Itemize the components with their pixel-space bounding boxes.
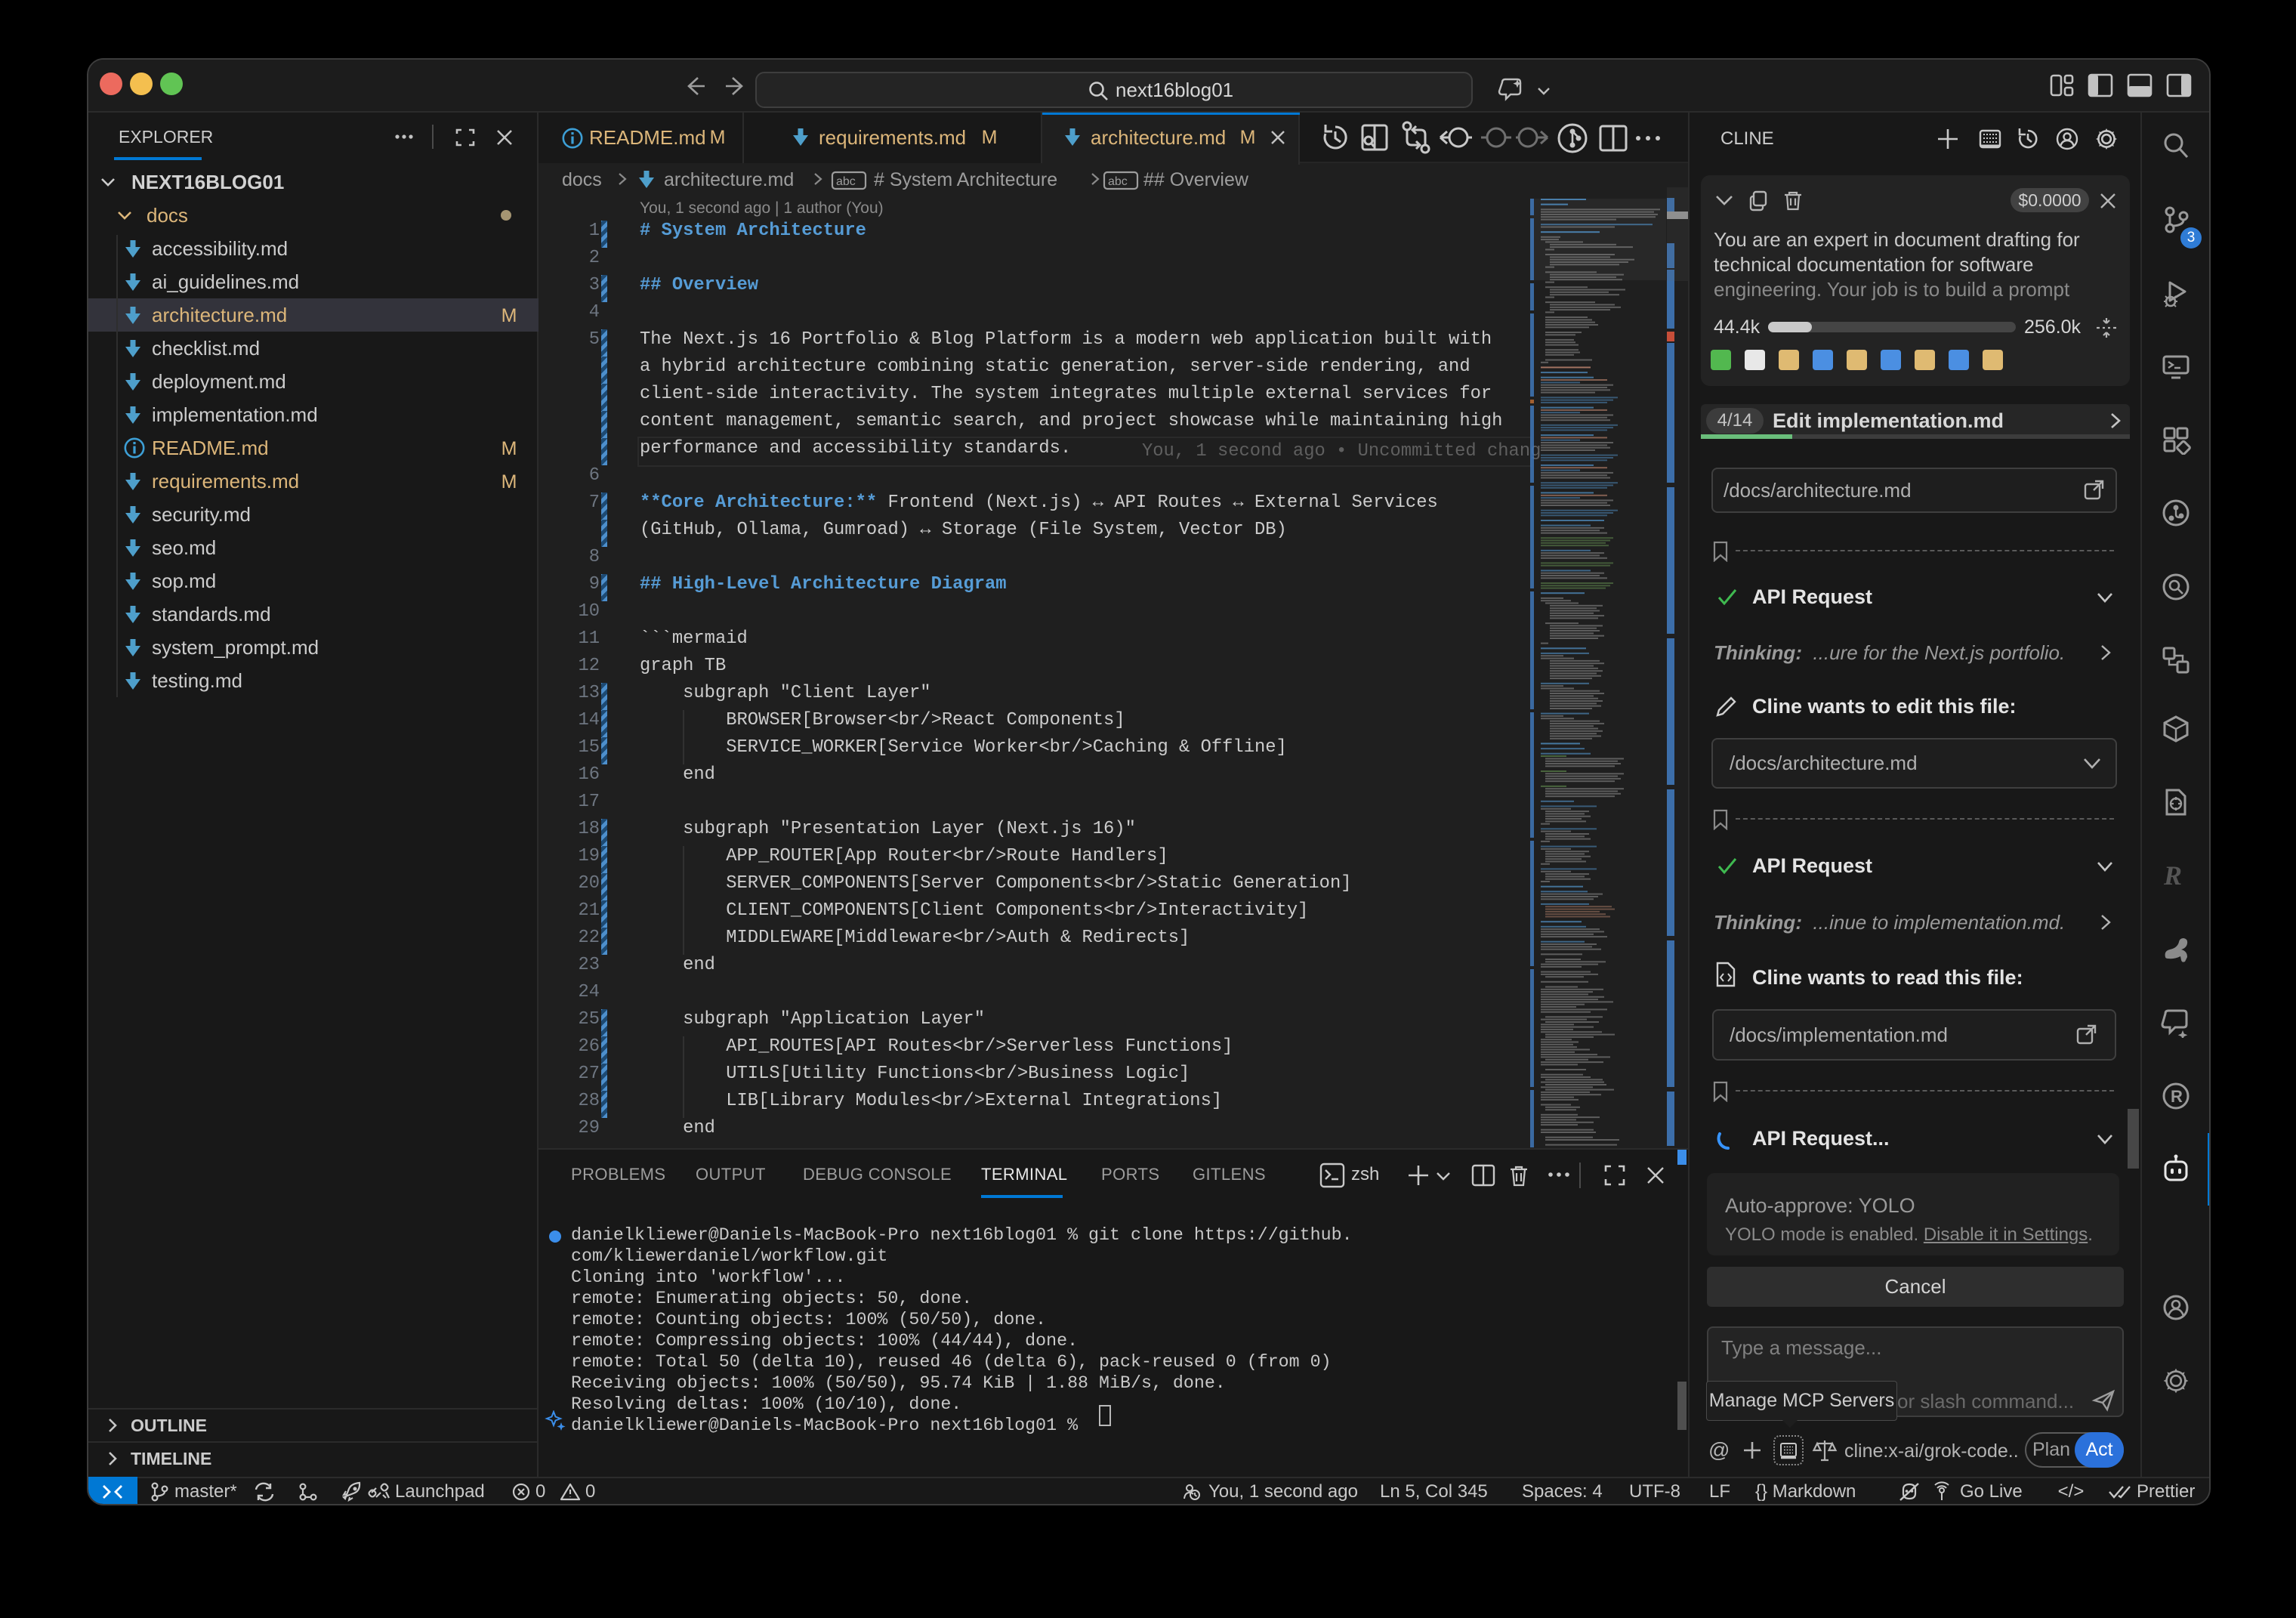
svg-text:R: R	[2163, 861, 2182, 891]
svg-text:abc: abc	[836, 175, 856, 188]
svg-text:R: R	[2171, 1087, 2183, 1106]
svg-text:abc: abc	[1108, 175, 1128, 188]
